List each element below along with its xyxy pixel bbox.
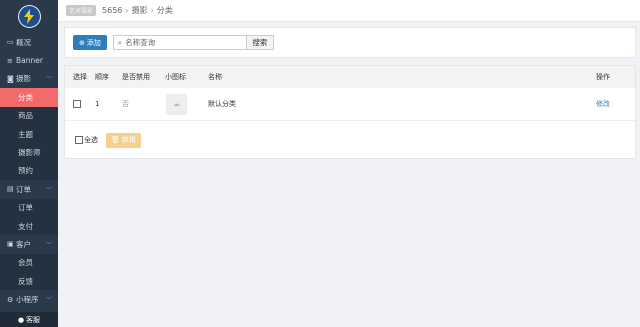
add-button-label: 添加 (86, 38, 101, 47)
sidebar-item-products[interactable]: 商品 (0, 106, 58, 125)
chevron-down-icon: ﹀ (45, 186, 52, 194)
sidebar-item-label: 订单 (18, 203, 33, 213)
sidebar-item-label: 摄影师 (18, 148, 41, 158)
id-card-icon: ▣ (7, 240, 14, 249)
table-header: 选择 顺序 是否禁用 小图标 名称 操作 (65, 66, 635, 88)
list-icon: ≡ (7, 56, 13, 65)
user-menu[interactable]: ● 客服 (0, 312, 58, 327)
logo[interactable] (0, 0, 58, 33)
breadcrumb-item: 分类 (156, 6, 173, 15)
user-icon: ● (17, 315, 25, 324)
sidebar-item-label: 概况 (16, 37, 31, 47)
disable-button[interactable]: 🗑 禁用 (106, 132, 141, 148)
sidebar-item-label: 订单 (16, 184, 31, 194)
camera-icon: ◙ (7, 74, 14, 83)
chevron-right-icon: › (125, 6, 129, 15)
sidebar-item-photographers[interactable]: 摄影师 (0, 143, 58, 162)
sidebar-item-label: 小程序 (16, 295, 39, 305)
row-disabled: 否 (122, 100, 129, 108)
chevron-down-icon: ﹀ (45, 297, 52, 305)
checkbox-box (75, 136, 83, 144)
disable-button-label: 禁用 (121, 136, 136, 144)
sidebar-item-booking[interactable]: 预约 (0, 161, 58, 181)
search-input[interactable]: ⌕ 名称查询 (112, 35, 246, 50)
sidebar-item-label: 反馈 (18, 276, 33, 286)
chevron-down-icon: ﹀ (45, 241, 52, 249)
header-disabled: 是否禁用 (122, 73, 150, 81)
select-all-checkbox[interactable]: 全选 (75, 135, 98, 145)
cogs-icon: ⚙ (7, 295, 14, 304)
sidebar-item-miniprogram[interactable]: ⚙ 小程序 ﹀ (0, 290, 58, 308)
breadcrumb-item[interactable]: 5656 (102, 6, 122, 15)
sidebar-item-orders-group[interactable]: ▤ 订单 ﹀ (0, 180, 58, 198)
sidebar-item-members[interactable]: 会员 (0, 253, 58, 273)
plus-circle-icon: ⊕ (79, 38, 85, 47)
sidebar-item-label: 分类 (18, 92, 33, 102)
table-row: 1 否 ☁ 默认分类 修改 (65, 88, 635, 121)
user-name: 客服 (26, 315, 41, 324)
add-button[interactable]: ⊕ 添加 (73, 35, 107, 50)
sidebar-item-overview[interactable]: ▭ 概况 (0, 33, 58, 51)
row-name: 默认分类 (208, 100, 236, 108)
search-placeholder: 名称查询 (125, 38, 156, 47)
toolbar: ⊕ 添加 ⌕ 名称查询 搜索 (64, 27, 636, 58)
desktop-icon: ▭ (7, 38, 14, 47)
breadcrumb-item[interactable]: 摄影 (132, 5, 148, 16)
sidebar-item-label: 主题 (18, 129, 33, 139)
header-select: 选择 (73, 73, 87, 81)
file-icon: ▤ (7, 185, 14, 194)
category-table: 选择 顺序 是否禁用 小图标 名称 操作 1 否 ☁ 默认分类 修改 全选 🗑 … (64, 65, 636, 159)
sidebar-item-label: 商品 (18, 111, 33, 121)
select-all-label: 全选 (84, 136, 98, 144)
trash-icon: 🗑 (111, 136, 120, 144)
row-order: 1 (95, 100, 100, 108)
row-checkbox[interactable] (73, 100, 81, 108)
sidebar-item-orders[interactable]: 订单 (0, 198, 58, 217)
sidebar-item-label: 会员 (18, 258, 33, 268)
breadcrumb: 艺术摄影 5656 › 摄影 › 分类 (58, 0, 640, 22)
site-badge: 艺术摄影 (66, 5, 97, 16)
header-actions: 操作 (596, 73, 610, 81)
sidebar-item-banner[interactable]: ≡ Banner (0, 51, 58, 69)
sidebar: ▭ 概况 ≡ Banner ◙ 摄影 ﹀ 分类 商品 主题 摄影师 预约 ▤ 订… (0, 0, 58, 327)
header-order: 顺序 (95, 73, 109, 81)
edit-link[interactable]: 修改 (596, 99, 610, 109)
cloud-icon: ☁ (173, 100, 180, 108)
sidebar-item-label: 预约 (18, 166, 33, 176)
search-button[interactable]: 搜索 (245, 35, 274, 50)
table-footer: 全选 🗑 禁用 (65, 121, 635, 159)
sidebar-item-themes[interactable]: 主题 (0, 124, 58, 144)
lightning-logo-icon (17, 5, 41, 28)
header-name: 名称 (208, 73, 222, 81)
category-icon-thumbnail: ☁ (166, 93, 187, 115)
chevron-right-icon: › (150, 6, 154, 15)
sidebar-item-payments[interactable]: 支付 (0, 216, 58, 236)
header-icon: 小图标 (165, 73, 186, 81)
search-group: ⌕ 名称查询 搜索 (112, 35, 274, 50)
chevron-down-icon: ﹀ (45, 76, 52, 84)
sidebar-item-label: Banner (16, 56, 43, 66)
search-icon: ⌕ (117, 37, 123, 47)
sidebar-item-label: 摄影 (16, 74, 31, 84)
sidebar-item-customers-group[interactable]: ▣ 客户 ﹀ (0, 235, 58, 253)
sidebar-item-photography[interactable]: ◙ 摄影 ﹀ (0, 70, 58, 88)
sidebar-item-label: 客户 (16, 239, 31, 249)
sidebar-item-category[interactable]: 分类 (0, 88, 58, 107)
sidebar-item-feedback[interactable]: 反馈 (0, 272, 58, 291)
sidebar-item-label: 支付 (18, 221, 33, 231)
